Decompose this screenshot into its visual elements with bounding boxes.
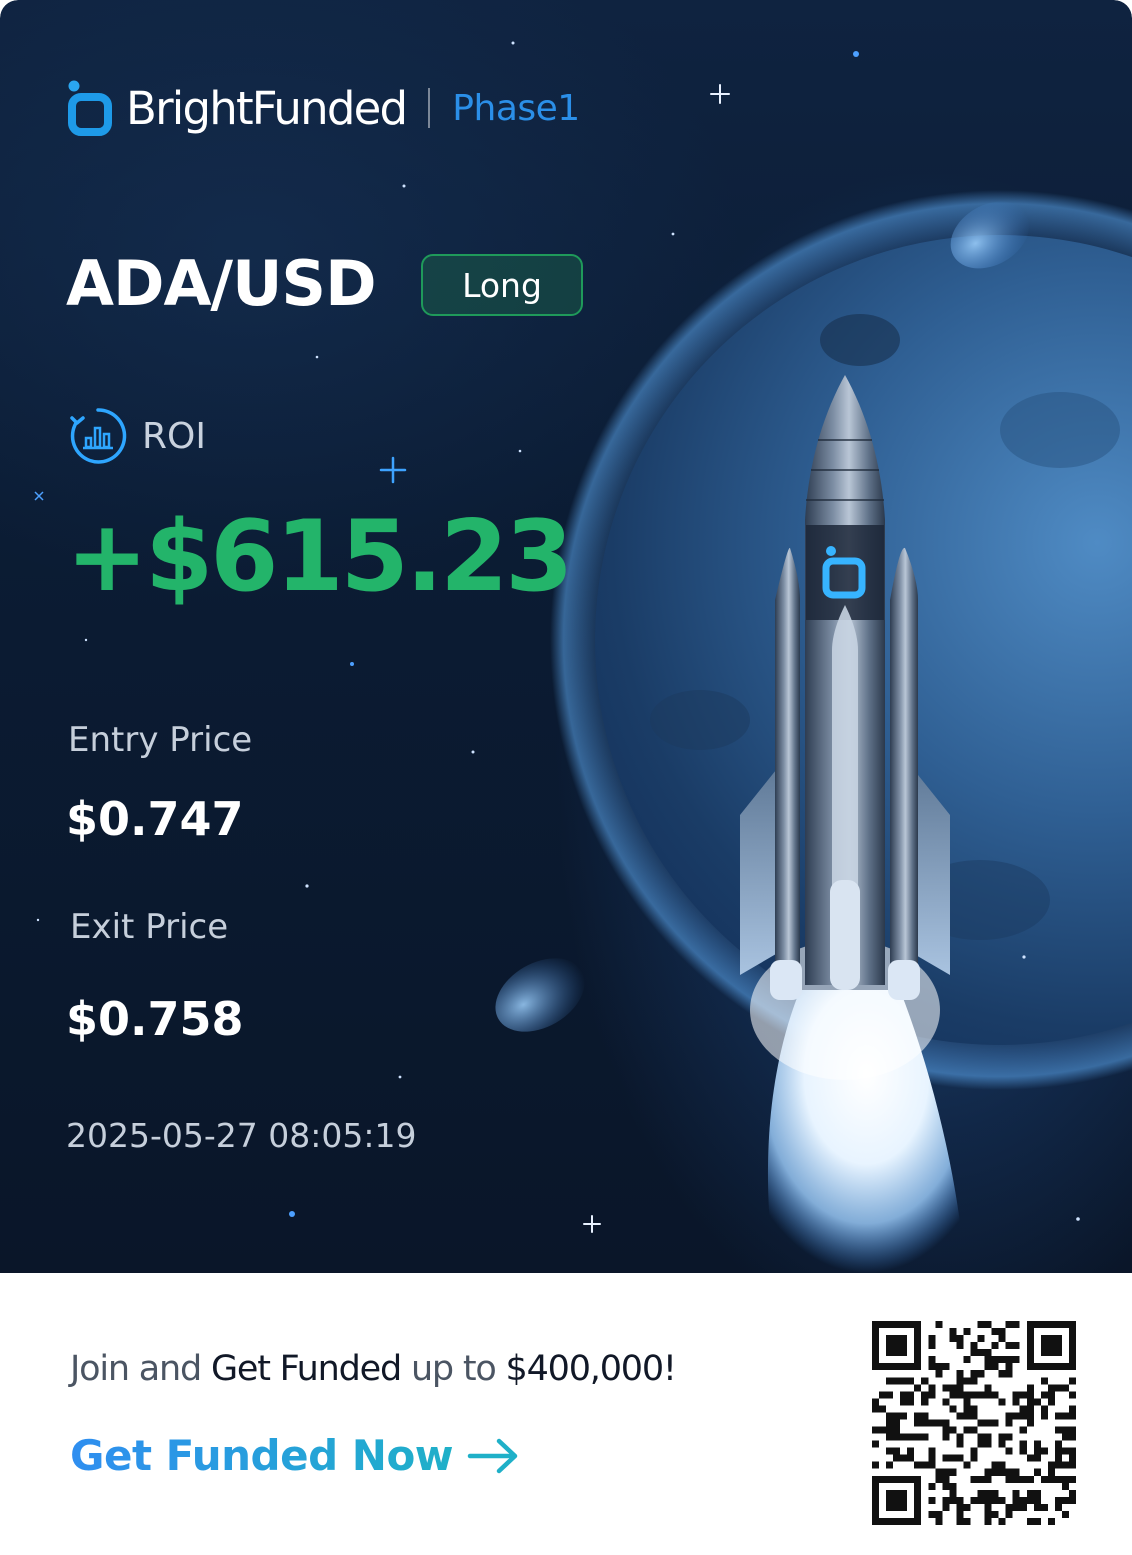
trading-pair: ADA/USD	[66, 247, 377, 320]
promo-footer: Join and Get Funded up to $400,000! Get …	[0, 1273, 1132, 1555]
get-funded-now-link[interactable]: Get Funded Now	[70, 1431, 521, 1480]
rocket-illustration	[34, 41, 1132, 1273]
phase-label: Phase1	[452, 87, 580, 129]
exit-price-label: Exit Price	[70, 907, 229, 947]
arrow-right-icon	[467, 1438, 518, 1473]
entry-price-value: $0.747	[66, 792, 244, 846]
exit-price-value: $0.758	[66, 992, 244, 1046]
promo-text: Join and Get Funded up to $400,000!	[70, 1349, 677, 1389]
roi-row: ROI	[68, 406, 206, 466]
promo-part-1: Join and	[70, 1349, 211, 1389]
promo-part-3: up to	[401, 1349, 506, 1389]
hero-section: BrightFunded Phase1 ADA/USD Long ROI +$6…	[0, 0, 1132, 1273]
brand-header: BrightFunded Phase1	[68, 70, 580, 146]
roi-label: ROI	[142, 415, 206, 457]
profit-value: +$615.23	[66, 500, 573, 614]
roi-chart-icon	[70, 408, 127, 464]
promo-part-2: Get Funded	[210, 1349, 402, 1389]
brand-name: BrightFunded	[126, 81, 408, 135]
promo-part-4: $400,000!	[505, 1349, 677, 1389]
brand-divider	[428, 88, 431, 128]
brightfunded-logo-icon	[68, 80, 112, 136]
cta-label: Get Funded Now	[70, 1431, 454, 1480]
share-card: BrightFunded Phase1 ADA/USD Long ROI +$6…	[0, 0, 1132, 1555]
trade-timestamp: 2025-05-27 08:05:19	[66, 1116, 417, 1155]
position-side-badge: Long	[421, 254, 583, 316]
qr-code[interactable]	[872, 1321, 1076, 1525]
entry-price-label: Entry Price	[68, 720, 253, 760]
